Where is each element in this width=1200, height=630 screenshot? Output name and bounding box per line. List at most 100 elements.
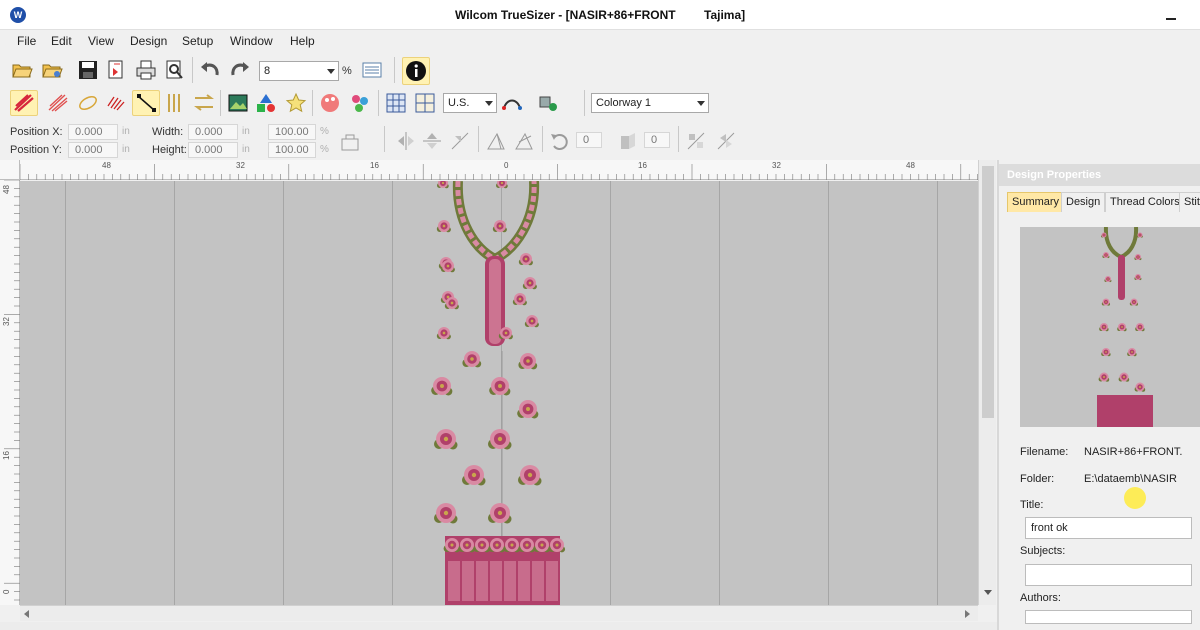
scroll-left-icon[interactable]	[24, 610, 29, 618]
export-icon[interactable]	[104, 58, 128, 82]
width-field[interactable]: 0.000	[188, 124, 238, 140]
scroll-thumb[interactable]	[982, 166, 994, 418]
hem-pattern	[504, 561, 516, 601]
convert-icon[interactable]	[192, 91, 216, 115]
color-palette-icon[interactable]	[318, 91, 342, 115]
menu-help[interactable]: Help	[290, 34, 315, 48]
skew-icon[interactable]	[512, 129, 536, 153]
stitch-fill-icon[interactable]	[46, 91, 70, 115]
separator	[384, 126, 385, 152]
menu-view[interactable]: View	[88, 34, 114, 48]
rotate-field[interactable]: 0	[576, 132, 602, 148]
app-window: W Wilcom TrueSizer - [NASIR+86+FRONT Taj…	[0, 0, 1200, 630]
flower-motif	[462, 351, 482, 368]
align-icon[interactable]	[684, 129, 708, 153]
menu-window[interactable]: Window	[230, 34, 273, 48]
shapes-icon[interactable]	[254, 91, 278, 115]
window-title: Wilcom TrueSizer - [NASIR+86+FRONT	[455, 8, 676, 22]
info-icon[interactable]	[402, 57, 430, 85]
design-canvas[interactable]	[20, 181, 978, 605]
position-y-field[interactable]: 0.000	[68, 142, 118, 158]
scale-x-field[interactable]: 100.00	[268, 124, 316, 140]
scale-y-field[interactable]: 100.00	[268, 142, 316, 158]
menu-setup[interactable]: Setup	[182, 34, 213, 48]
menu-edit[interactable]: Edit	[51, 34, 72, 48]
title-input[interactable]: front ok	[1025, 517, 1192, 539]
separator	[584, 90, 585, 116]
vertical-scrollbar[interactable]	[978, 160, 996, 605]
neckline-stitches	[455, 181, 537, 262]
minimize-icon[interactable]	[1166, 8, 1178, 22]
ruler-h-label: 0	[504, 161, 509, 170]
satin-icon[interactable]	[104, 91, 128, 115]
position-x-field[interactable]: 0.000	[68, 124, 118, 140]
scroll-right-icon[interactable]	[965, 610, 970, 618]
mirror-vertical-icon[interactable]	[420, 129, 444, 153]
mirror-horizontal-icon[interactable]	[394, 129, 418, 153]
rotate-icon[interactable]	[548, 129, 572, 153]
subjects-input[interactable]	[1025, 564, 1192, 586]
zoom-select[interactable]: 8	[259, 61, 339, 81]
separator	[394, 57, 395, 83]
filename-label: Filename:	[1020, 446, 1069, 458]
transform-toolbar: Position X: 0.000 in Position Y: 0.000 i…	[0, 122, 1200, 158]
scale-x-unit: %	[320, 126, 329, 137]
flower-motif	[488, 429, 512, 450]
tab-thread-colors[interactable]: Thread Colors	[1105, 192, 1185, 212]
outline-icon[interactable]	[76, 91, 100, 115]
height-field[interactable]: 0.000	[188, 142, 238, 158]
slant-icon[interactable]	[484, 129, 508, 153]
preview-hem	[1097, 395, 1153, 427]
open-special-icon[interactable]	[40, 58, 64, 82]
menu-file[interactable]: File	[17, 34, 36, 48]
lock-proportion-icon[interactable]	[338, 129, 362, 153]
mirror-diagonal-icon[interactable]	[448, 129, 472, 153]
print-icon[interactable]	[134, 58, 158, 82]
units-select[interactable]: U.S.	[443, 93, 497, 113]
horizontal-scrollbar[interactable]	[20, 605, 978, 621]
hoop-icon[interactable]	[536, 91, 560, 115]
tab-stitches[interactable]: Stit	[1179, 192, 1200, 212]
stitch-red-icon[interactable]	[10, 90, 38, 116]
tab-summary[interactable]: Summary	[1007, 192, 1065, 212]
grid-alt-icon[interactable]	[413, 91, 437, 115]
hem-pattern	[546, 561, 558, 601]
distribute-icon[interactable]	[714, 129, 738, 153]
embroidery-design[interactable]	[20, 181, 978, 605]
measure-icon[interactable]	[360, 58, 384, 82]
folder-value: E:\dataemb\NASIR	[1084, 473, 1177, 485]
open-folder-icon[interactable]	[10, 58, 34, 82]
scroll-down-icon[interactable]	[984, 590, 992, 595]
undo-icon[interactable]	[198, 58, 222, 82]
split-icon[interactable]	[162, 91, 186, 115]
flower-motif	[1118, 372, 1130, 382]
save-icon[interactable]	[76, 58, 100, 82]
flower-motif	[462, 465, 486, 486]
thread-icon[interactable]	[348, 91, 372, 115]
app-logo-icon[interactable]: W	[10, 7, 26, 23]
picture-icon[interactable]	[226, 91, 250, 115]
route-icon[interactable]	[500, 91, 524, 115]
tab-design[interactable]: Design	[1061, 192, 1106, 212]
print-preview-icon[interactable]	[162, 58, 186, 82]
colorway-select[interactable]: Colorway 1	[591, 93, 709, 113]
flower-motif	[496, 181, 508, 189]
authors-input[interactable]	[1025, 610, 1192, 624]
slant-angle-icon[interactable]	[616, 129, 640, 153]
flower-motif	[437, 181, 449, 189]
flower-motif	[1101, 348, 1111, 357]
preview-placket	[1118, 255, 1125, 300]
menu-design[interactable]: Design	[130, 34, 167, 48]
design-workspace: 48 32 16 0 16 32 48 48 32 16 0	[0, 160, 996, 622]
flower-motif	[1134, 254, 1142, 261]
slant-field[interactable]: 0	[644, 132, 670, 148]
separator	[220, 90, 221, 116]
flower-motif	[512, 293, 527, 306]
star-icon[interactable]	[284, 91, 308, 115]
reshape-icon[interactable]	[132, 90, 160, 116]
flower-motif	[436, 327, 451, 340]
panel-tabs: Summary Design Thread Colors Stit	[999, 190, 1200, 214]
vertical-ruler: 48 32 16 0	[0, 179, 20, 605]
grid-icon[interactable]	[384, 91, 408, 115]
redo-icon[interactable]	[228, 58, 252, 82]
